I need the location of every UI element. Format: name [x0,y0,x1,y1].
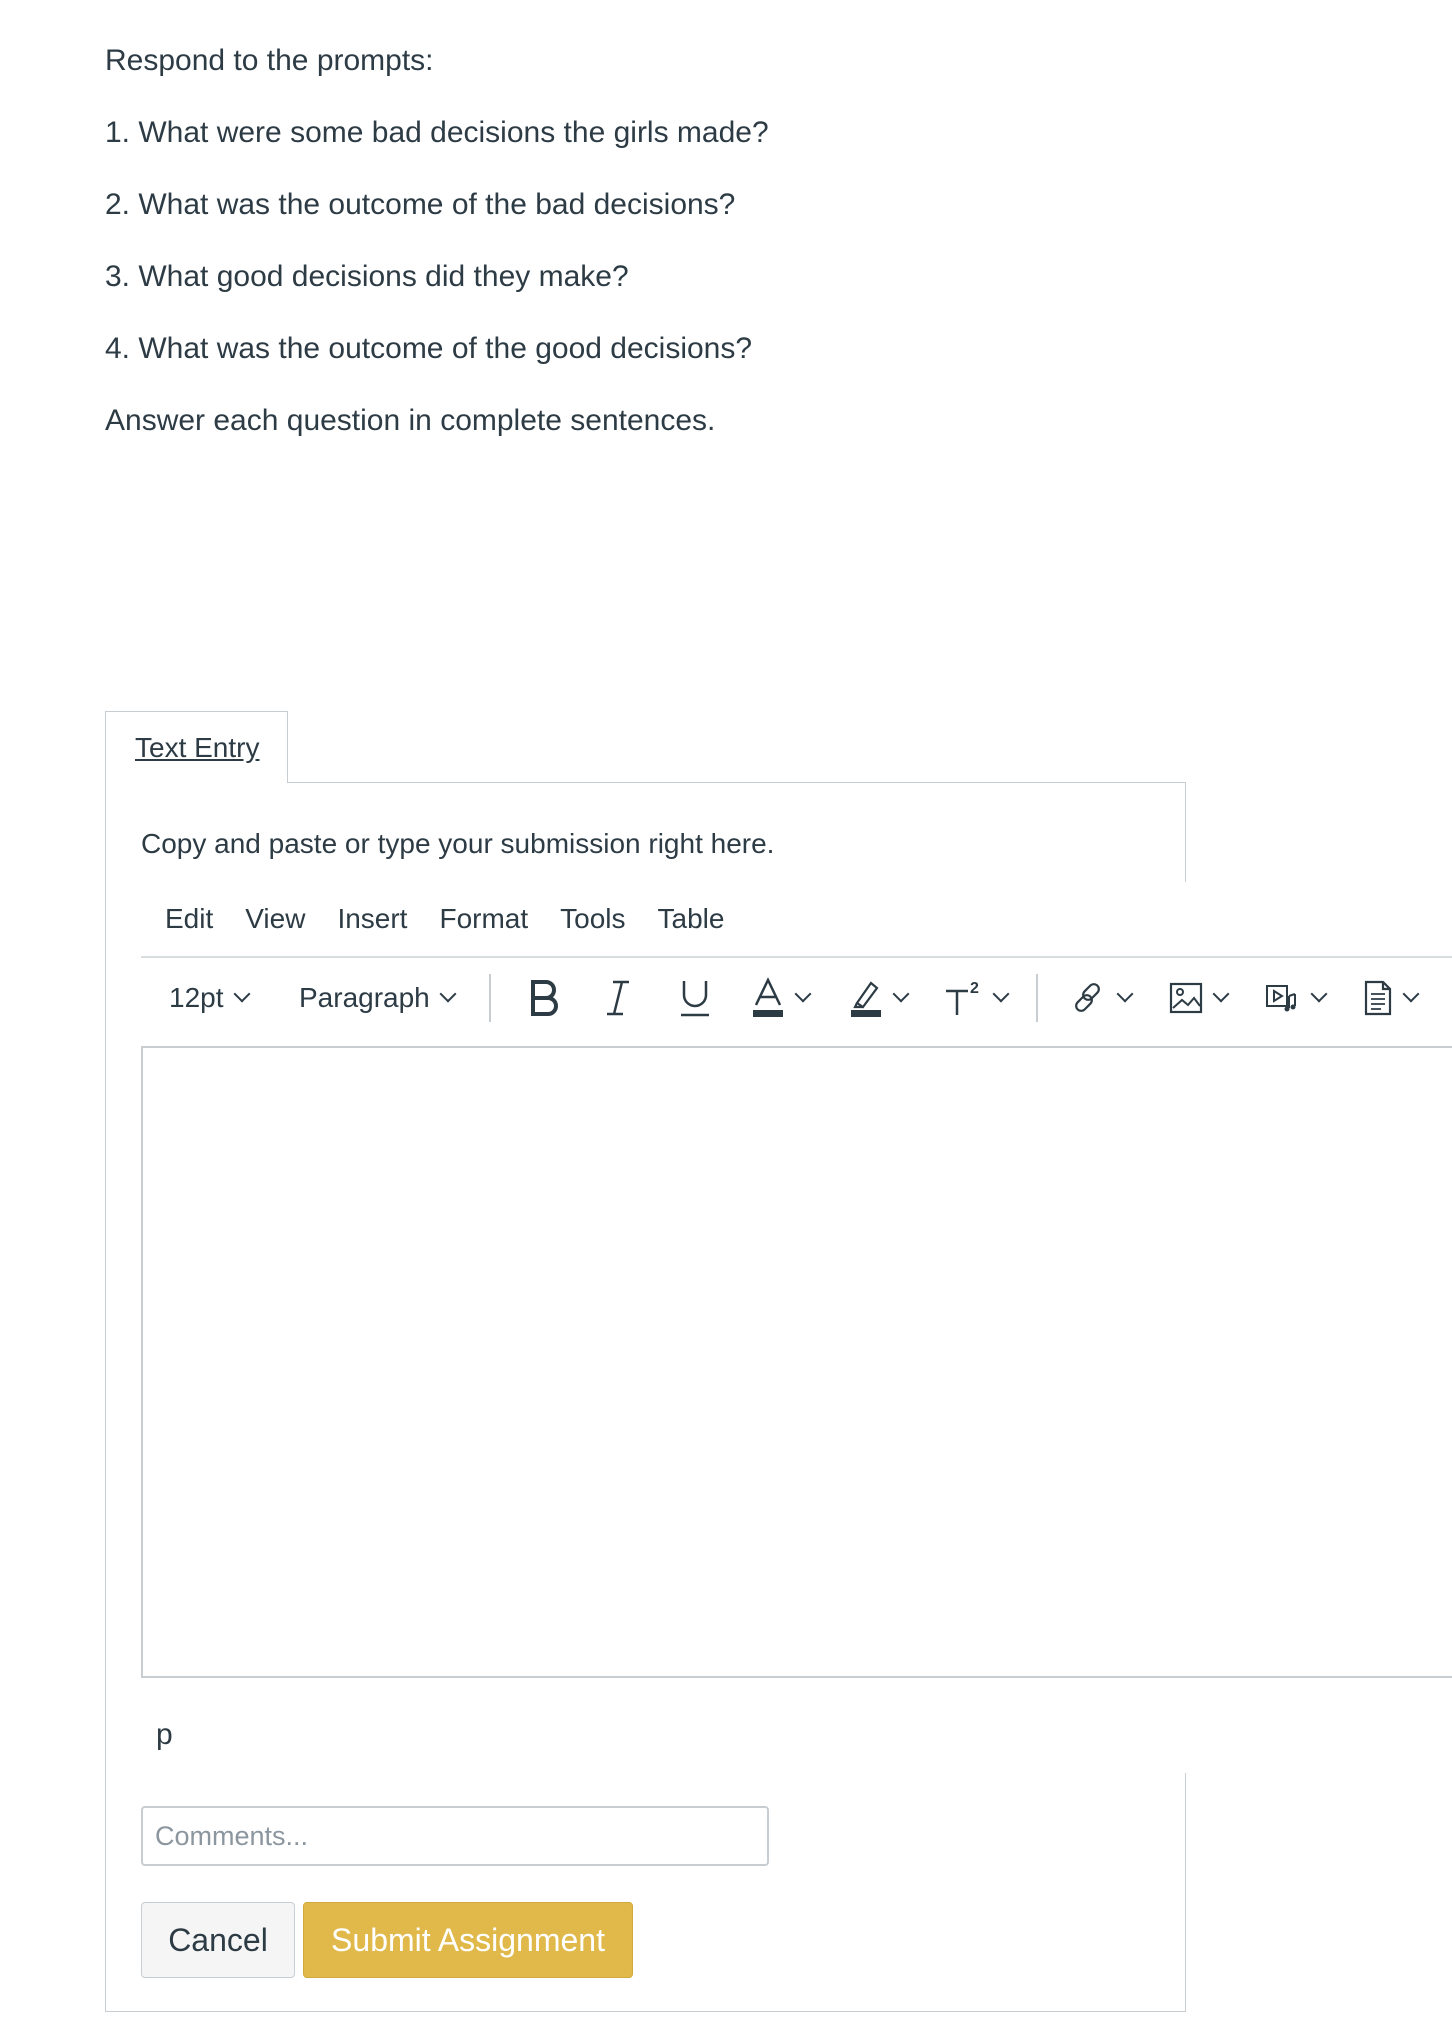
editor-menubar: Edit View Insert Format Tools Table [141,897,732,941]
tab-text-entry-label[interactable]: Text Entry [135,732,259,764]
menu-edit[interactable]: Edit [165,897,213,941]
prompt-question-2: 2. What was the outcome of the bad decis… [105,188,736,221]
italic-button[interactable] [603,970,633,1026]
document-button[interactable] [1363,970,1420,1026]
chevron-down-icon [233,985,250,1003]
italic-icon [603,978,633,1018]
prompt-closing: Answer each question in complete sentenc… [105,404,716,437]
menubar-divider [141,956,1452,958]
block-format-dropdown[interactable]: Paragraph [299,970,457,1026]
text-color-button[interactable] [751,970,812,1026]
chevron-down-icon [992,985,1010,1003]
editor-element-path[interactable]: p [156,1718,173,1752]
prompt-intro: Respond to the prompts: [105,44,434,77]
chevron-down-icon [1402,985,1420,1003]
chevron-down-icon [892,985,910,1003]
chevron-down-icon [1116,985,1134,1003]
prompt-question-4: 4. What was the outcome of the good deci… [105,332,753,365]
toolbar-separator [1036,974,1038,1022]
menu-tools[interactable]: Tools [560,897,625,941]
svg-text:2: 2 [970,980,979,997]
panel-border-right-bottom [1185,1773,1186,2012]
editor-toolbar: 12pt Paragraph 2 [141,970,1452,1026]
text-color-icon [751,977,785,1019]
superscript-icon: 2 [943,977,983,1019]
image-icon [1169,982,1203,1014]
chevron-down-icon [439,985,457,1003]
block-format-value: Paragraph [299,982,430,1013]
font-size-dropdown[interactable]: 12pt [169,970,250,1026]
media-button[interactable] [1265,970,1328,1026]
prompt-question-3: 3. What good decisions did they make? [105,260,629,293]
bold-icon [527,978,561,1018]
submission-instructions: Copy and paste or type your submission r… [141,828,775,859]
chevron-down-icon [794,985,812,1003]
panel-border-bottom [105,2011,1186,2012]
chevron-down-icon [1310,985,1328,1003]
cancel-button[interactable]: Cancel [141,1902,295,1978]
menu-table[interactable]: Table [658,897,725,941]
toolbar-separator [489,974,491,1022]
rich-text-editor-area[interactable] [141,1046,1452,1678]
superscript-button[interactable]: 2 [943,970,1010,1026]
highlight-color-icon [849,977,883,1019]
bold-button[interactable] [527,970,561,1026]
menu-format[interactable]: Format [439,897,528,941]
comments-input[interactable] [141,1806,769,1866]
chevron-down-icon [1212,985,1230,1003]
underline-button[interactable] [679,970,711,1026]
link-button[interactable] [1071,970,1134,1026]
panel-border-right-top [1185,782,1186,882]
submit-assignment-button[interactable]: Submit Assignment [303,1902,633,1978]
menu-insert[interactable]: Insert [337,897,407,941]
image-button[interactable] [1169,970,1230,1026]
tab-text-entry[interactable]: Text Entry [105,711,288,783]
media-icon [1265,982,1301,1014]
font-size-value: 12pt [169,982,224,1013]
document-icon [1363,980,1393,1016]
prompt-question-1: 1. What were some bad decisions the girl… [105,116,769,149]
panel-border-top [288,782,1186,783]
menu-view[interactable]: View [245,897,305,941]
panel-border-left [105,782,106,2012]
link-icon [1071,980,1107,1016]
highlight-color-button[interactable] [849,970,910,1026]
underline-icon [679,977,711,1019]
